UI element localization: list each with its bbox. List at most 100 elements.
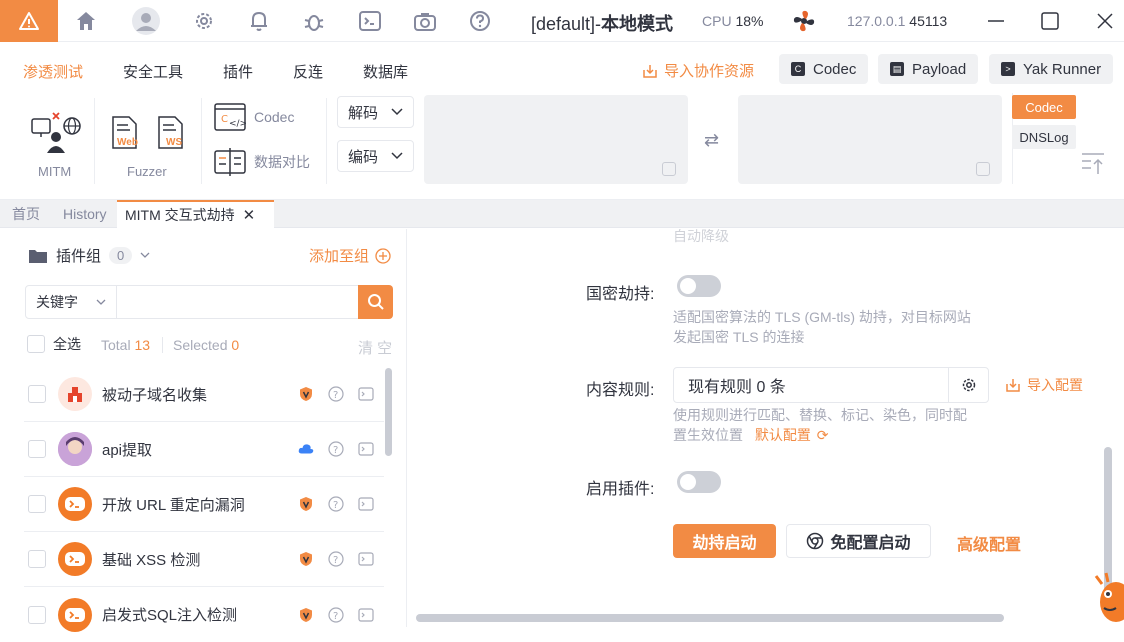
refresh-icon[interactable]: ⟳ <box>817 427 829 443</box>
tab-history[interactable]: History <box>55 200 115 228</box>
copy-icon[interactable] <box>976 162 990 176</box>
yak-runner-button[interactable]: > Yak Runner <box>989 54 1114 84</box>
help-icon[interactable]: ? <box>328 606 344 623</box>
terminal-icon[interactable] <box>358 386 374 402</box>
plugin-name: 启发式SQL注入检测 <box>102 607 238 624</box>
help-icon[interactable]: ? <box>328 496 344 512</box>
decode-select[interactable]: 解码 <box>337 96 414 128</box>
user-avatar-icon[interactable] <box>131 6 161 36</box>
codec-button[interactable]: C Codec <box>779 54 869 84</box>
checkbox[interactable] <box>28 550 46 568</box>
checkbox[interactable] <box>27 335 45 353</box>
plugin-row[interactable]: 被动子域名收集 ? <box>24 367 384 422</box>
payload-button[interactable]: ▤ Payload <box>878 54 979 84</box>
fuzzer-label: Fuzzer <box>127 164 167 179</box>
tab-mitm[interactable]: MITM 交互式劫持 ✕ <box>117 200 274 228</box>
compare-tool-link[interactable]: 数据对比 <box>214 148 310 176</box>
side-tab-dnslog[interactable]: DNSLog <box>1012 125 1076 149</box>
bell-icon[interactable] <box>246 8 272 34</box>
plugin-group-header[interactable]: 插件组 0 <box>28 245 150 266</box>
terminal-icon[interactable] <box>358 496 374 512</box>
content-rules-field[interactable]: 现有规则 0 条 <box>673 367 989 403</box>
home-icon[interactable] <box>73 8 99 34</box>
rules-settings-button[interactable] <box>948 368 988 402</box>
camera-icon[interactable] <box>412 8 438 34</box>
select-all-checkbox[interactable]: 全选 <box>27 334 81 354</box>
svg-text:?: ? <box>333 445 338 456</box>
config-free-start-button[interactable]: 免配置启动 <box>786 524 931 558</box>
shield-badge-icon <box>298 496 314 512</box>
clear-button[interactable]: 清 空 <box>358 337 392 358</box>
search-input[interactable] <box>116 285 359 319</box>
menu-database[interactable]: 数据库 <box>363 61 408 82</box>
menu-reverse[interactable]: 反连 <box>293 61 323 82</box>
codec-tool-link[interactable]: C </> Codec <box>214 103 294 131</box>
help-icon[interactable]: ? <box>328 551 344 567</box>
title-prefix: [default]- <box>531 14 602 34</box>
search-button[interactable] <box>358 285 393 319</box>
selected-count: Selected 0 <box>173 337 239 353</box>
tab-home[interactable]: 首页 <box>4 200 48 228</box>
terminal-icon[interactable] <box>358 441 374 457</box>
plugin-row[interactable]: 启发式SQL注入检测 ? <box>24 587 384 642</box>
codec-icon: C <box>791 62 805 76</box>
start-hijack-button[interactable]: 劫持启动 <box>673 524 776 558</box>
default-config-link[interactable]: 默认配置 <box>755 427 811 443</box>
swap-icon[interactable]: ⇄ <box>704 130 719 151</box>
checkbox[interactable] <box>28 385 46 403</box>
help-icon[interactable] <box>467 8 493 34</box>
enable-plugins-toggle[interactable] <box>677 471 721 493</box>
web-fuzzer-button[interactable]: Web <box>110 115 142 151</box>
collapse-toolbar-icon[interactable] <box>1080 151 1106 178</box>
mitm-tool-button[interactable] <box>30 107 84 157</box>
divider <box>201 98 202 184</box>
add-to-group-link[interactable]: 添加至组 <box>309 245 391 266</box>
engine-status-icon[interactable] <box>790 7 818 35</box>
close-tab-icon[interactable]: ✕ <box>243 206 256 224</box>
chevron-down-icon <box>391 152 403 160</box>
checkbox[interactable] <box>28 495 46 513</box>
close-icon[interactable] <box>1092 8 1118 34</box>
checkbox[interactable] <box>28 605 46 624</box>
checkbox[interactable] <box>28 440 46 458</box>
terminal-icon[interactable] <box>358 551 374 567</box>
menu-pentest[interactable]: 渗透测试 <box>23 61 83 82</box>
plugin-row[interactable]: 基础 XSS 检测 ? <box>24 532 384 587</box>
payload-button-label: Payload <box>912 60 967 78</box>
horizontal-scrollbar[interactable] <box>416 614 1004 622</box>
ws-fuzzer-button[interactable]: WS <box>156 115 188 151</box>
import-config-label: 导入配置 <box>1027 377 1083 393</box>
codec-tool-label: Codec <box>254 109 295 125</box>
warning-button[interactable] <box>0 0 58 42</box>
gm-hijack-toggle[interactable] <box>677 275 721 297</box>
help-icon[interactable]: ? <box>328 441 344 457</box>
maximize-icon[interactable] <box>1037 8 1063 34</box>
plugin-row[interactable]: 开放 URL 重定向漏洞 ? <box>24 477 384 532</box>
menu-security-tools[interactable]: 安全工具 <box>123 61 183 82</box>
import-resources-link[interactable]: 导入协作资源 <box>642 60 754 81</box>
plugin-row[interactable]: api提取 ? <box>24 422 384 477</box>
import-config-link[interactable]: 导入配置 <box>1005 375 1083 395</box>
gear-icon[interactable] <box>191 8 217 34</box>
mascot-icon[interactable] <box>1094 572 1124 627</box>
keyword-select[interactable]: 关键字 <box>25 285 117 319</box>
terminal-icon[interactable] <box>358 607 374 623</box>
plugin-avatar <box>58 487 92 521</box>
gear-icon <box>962 378 975 392</box>
mitm-label: MITM <box>38 164 72 179</box>
codec-button-label: Codec <box>813 60 857 78</box>
help-icon[interactable]: ? <box>328 386 344 402</box>
minimize-icon[interactable] <box>983 8 1009 34</box>
encode-select[interactable]: 编码 <box>337 140 414 172</box>
page-tabs: 首页 History MITM 交互式劫持 ✕ <box>0 200 1124 228</box>
copy-icon[interactable] <box>662 162 676 176</box>
side-tab-codec[interactable]: Codec <box>1012 95 1076 119</box>
codec-input-area[interactable] <box>424 95 688 184</box>
toolbar: MITM Web WS Fuzzer C </> Codec 数据对比 解码 编码… <box>0 93 1124 200</box>
advanced-config-link[interactable]: 高级配置 <box>957 531 1021 555</box>
menu-plugins[interactable]: 插件 <box>223 61 253 82</box>
bug-icon[interactable] <box>301 8 327 34</box>
plugin-list-scrollbar[interactable] <box>385 368 392 456</box>
codec-output-area[interactable] <box>738 95 1002 184</box>
terminal-icon[interactable] <box>357 8 383 34</box>
